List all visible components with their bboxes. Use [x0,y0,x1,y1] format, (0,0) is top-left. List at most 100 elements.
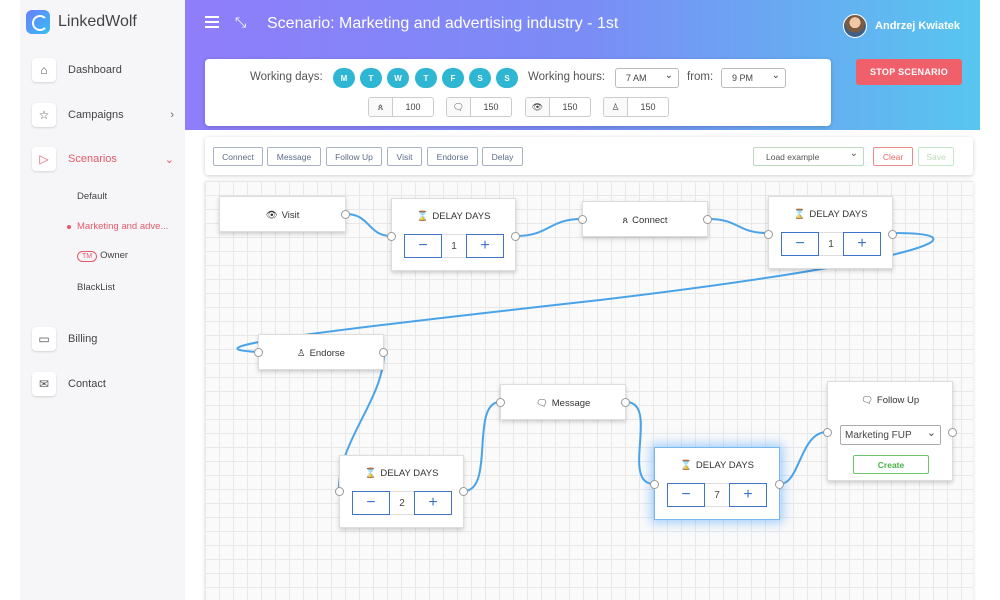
users-icon: ጰ [622,214,629,226]
output-port[interactable] [948,428,957,437]
hourglass-icon: ⌛ [793,208,806,220]
message-limit-input[interactable]: 150 [471,98,511,116]
delay-value[interactable]: 1 [442,234,466,258]
output-port[interactable] [379,348,388,357]
decrement-button[interactable]: − [404,234,442,258]
sidebar-item-dashboard[interactable]: ⌂ Dashboard [32,58,182,82]
logo[interactable]: LinkedWolf [26,10,137,34]
hours-end-select[interactable]: 9 PM [721,68,786,88]
menu-icon[interactable] [205,16,219,28]
output-port[interactable] [621,398,630,407]
user-menu[interactable]: Andrzej Kwiatek [843,14,960,38]
endorse-icon: ♙ [297,347,306,359]
sidebar-item-billing[interactable]: ▭ Billing [32,327,182,351]
node-title: DELAY DAYS [809,208,868,220]
owner-badge: TM [77,251,98,262]
input-port[interactable] [578,215,587,224]
add-delay-button[interactable]: Delay [482,147,523,166]
sidebar-item-contact[interactable]: ✉ Contact [32,372,182,396]
endorse-limit-input[interactable]: 150 [628,98,668,116]
followup-node[interactable]: 🗨Follow Up Marketing FUP Create [823,381,957,481]
delay-node-2[interactable]: ⌛ DELAY DAYS − 1 + [764,196,897,269]
decrement-button[interactable]: − [352,491,390,515]
clear-button[interactable]: Clear [873,147,913,166]
add-connect-button[interactable]: Connect [213,147,263,166]
sidebar-item-label: Scenarios [68,153,117,165]
star-icon: ☆ [32,103,56,127]
delay-node-1[interactable]: ⌛ DELAY DAYS − 1 + [387,198,520,271]
chevron-down-icon: ⌄ [164,153,174,166]
add-followup-button[interactable]: Follow Up [326,147,382,166]
input-port[interactable] [387,232,396,241]
decrement-button[interactable]: − [667,483,705,507]
sub-item-owner[interactable]: TM Owner [77,250,128,262]
load-example-select[interactable]: Load example [753,147,864,166]
output-port[interactable] [341,210,350,219]
increment-button[interactable]: + [843,232,881,256]
connect-limit-input[interactable]: 100 [393,98,433,116]
input-port[interactable] [335,487,344,496]
delay-node-3[interactable]: ⌛ DELAY DAYS − 2 + [335,455,468,528]
hourglass-icon: ⌛ [364,467,377,479]
followup-template-select[interactable]: Marketing FUP [840,425,941,445]
day-toggle-tue[interactable]: T [360,68,382,88]
day-toggle-fri[interactable]: F [442,68,464,88]
add-endorse-button[interactable]: Endorse [427,147,478,166]
output-port[interactable] [888,230,897,239]
page-title: Scenario: Marketing and advertising indu… [267,15,619,32]
add-visit-button[interactable]: Visit [387,147,422,166]
stop-scenario-button[interactable]: STOP SCENARIO [856,59,962,85]
sub-item-blacklist[interactable]: BlackList [77,282,115,293]
visit-node[interactable]: 👁 Visit [219,196,350,232]
increment-button[interactable]: + [729,483,767,507]
message-icon: 🗨 [447,98,471,116]
sidebar-item-campaigns[interactable]: ☆ Campaigns › [32,103,182,127]
increment-button[interactable]: + [414,491,452,515]
day-toggle-wed[interactable]: W [387,68,409,88]
add-message-button[interactable]: Message [267,147,321,166]
input-port[interactable] [650,480,659,489]
save-button[interactable]: Save [918,147,954,166]
mail-icon: ✉ [32,372,56,396]
hours-start-select[interactable]: 7 AM [615,68,679,88]
delay-value[interactable]: 7 [705,483,729,507]
sub-item-default[interactable]: Default [77,191,107,202]
output-port[interactable] [775,480,784,489]
delay-stepper: − 2 + [352,491,452,515]
input-port[interactable] [496,398,505,407]
node-title: Follow Up [876,394,920,406]
increment-button[interactable]: + [466,234,504,258]
input-port[interactable] [764,230,773,239]
message-node[interactable]: 🗨 Message [496,384,630,420]
day-toggle-mon[interactable]: M [333,68,355,88]
decrement-button[interactable]: − [781,232,819,256]
day-toggle-sat[interactable]: S [469,68,491,88]
node-toolbar: Connect Message Follow Up Visit Endorse … [205,137,973,175]
node-title: Visit [281,209,300,221]
compress-icon[interactable]: ⤡ [235,14,246,31]
sidebar-item-label: Dashboard [68,64,122,76]
endorse-node[interactable]: ♙ Endorse [254,334,388,370]
working-days-label: Working days: [250,71,323,83]
node-title: DELAY DAYS [695,459,754,471]
delay-value[interactable]: 2 [390,491,414,515]
output-port[interactable] [703,215,712,224]
connect-node[interactable]: ጰ Connect [578,201,712,237]
hourglass-icon: ⌛ [416,210,429,222]
linkedwolf-logo-icon [26,10,50,34]
output-port[interactable] [459,487,468,496]
endorse-limit: ♙ 150 [603,97,669,117]
day-toggle-sun[interactable]: S [496,68,518,88]
create-button[interactable]: Create [853,455,929,474]
app-name: LinkedWolf [58,13,137,30]
delay-value[interactable]: 1 [819,232,843,256]
delay-node-4[interactable]: ⌛ DELAY DAYS − 7 + [650,447,784,520]
day-toggle-thu[interactable]: T [415,68,437,88]
sidebar-item-scenarios[interactable]: ▷ Scenarios ⌄ [32,147,182,171]
visit-limit-input[interactable]: 150 [550,98,590,116]
from-label: from: [687,71,714,83]
sub-item-marketing[interactable]: Marketing and adve... [66,221,168,232]
output-port[interactable] [511,232,520,241]
input-port[interactable] [823,428,832,437]
input-port[interactable] [254,348,263,357]
